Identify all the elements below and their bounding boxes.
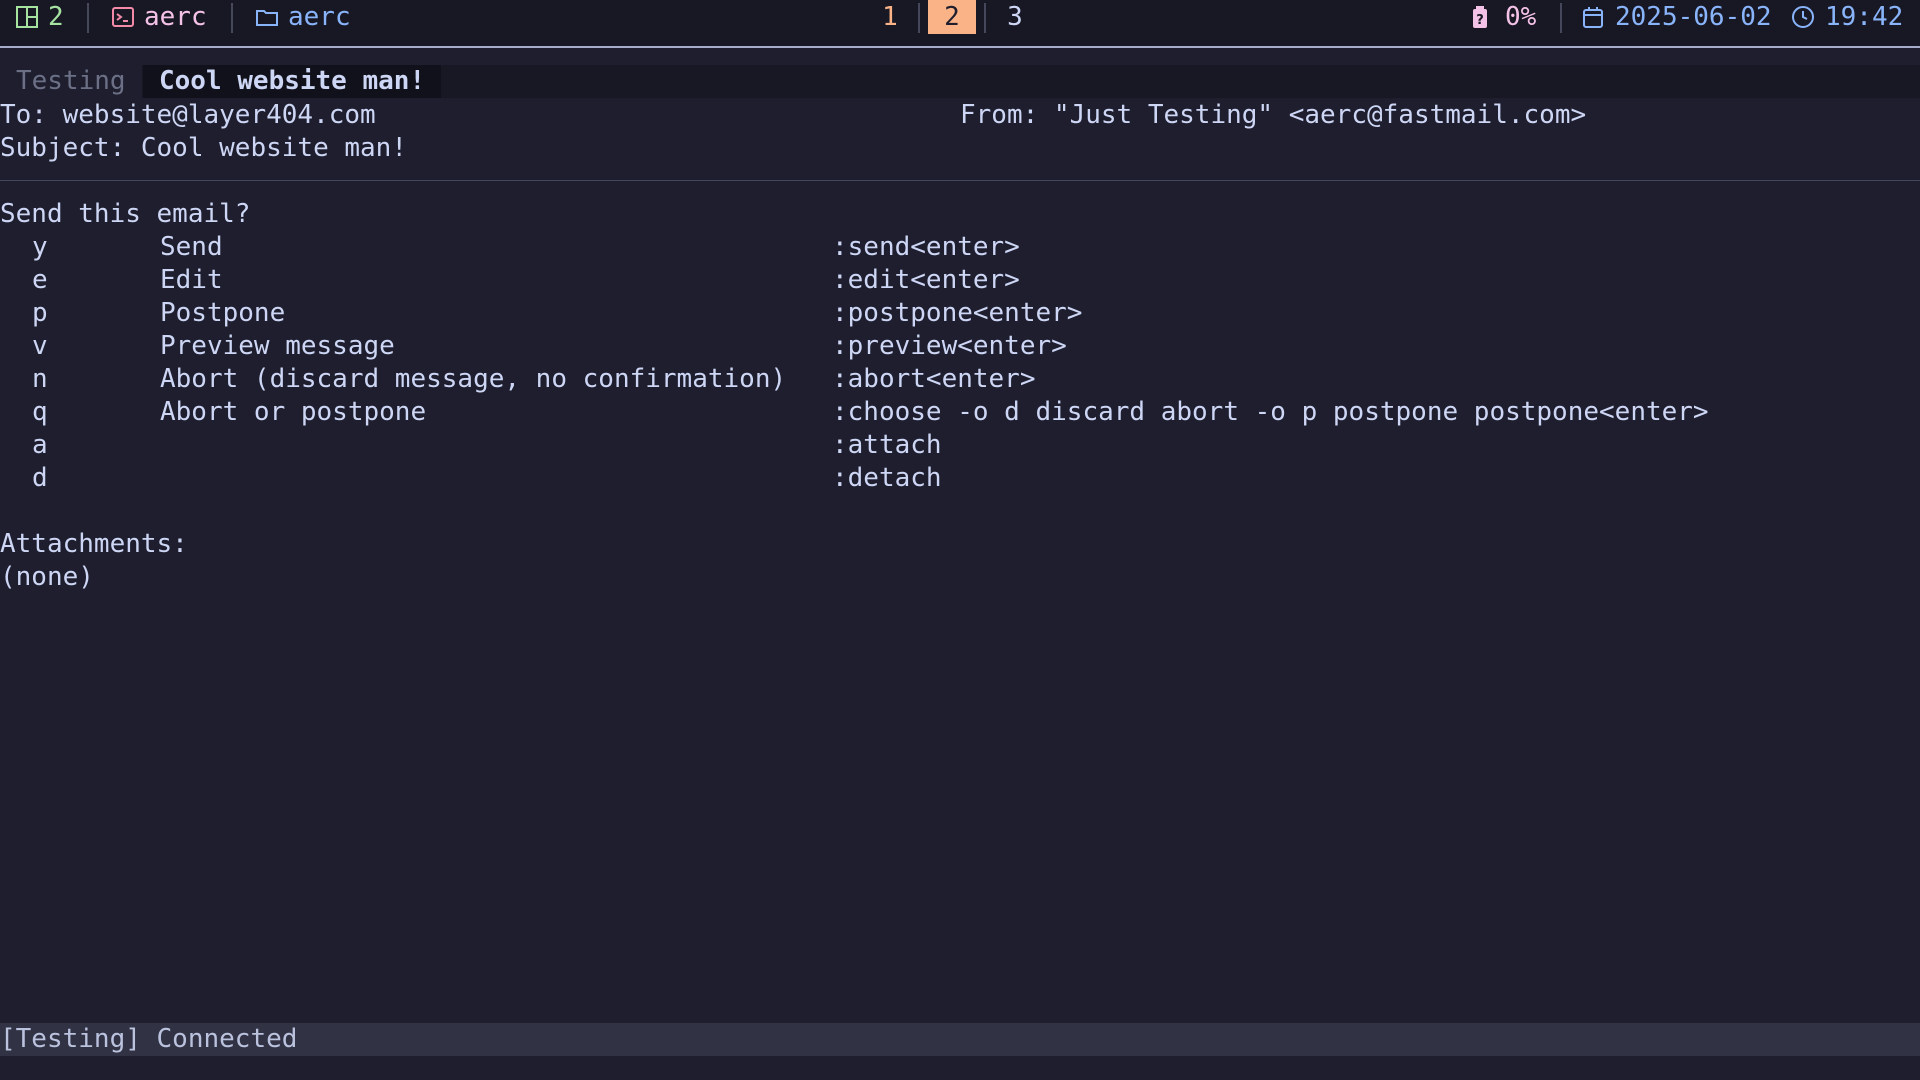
subject-header[interactable]: Subject: Cool website man! <box>0 132 407 165</box>
option-command: :choose -o d discard abort -o p postpone… <box>832 397 1709 427</box>
workspace-3[interactable]: 3 <box>1005 0 1025 34</box>
from-header[interactable]: From: "Just Testing" <aerc@fastmail.com> <box>960 99 1586 132</box>
option-description: Send <box>160 232 223 262</box>
option-key: p <box>32 298 48 328</box>
workspace-2-active[interactable]: 2 <box>928 0 976 34</box>
option-description: Abort or postpone <box>160 397 427 427</box>
folder-icon <box>255 5 279 29</box>
option-command: :detach <box>832 463 942 493</box>
calendar-icon <box>1581 5 1605 29</box>
option-command: :abort<enter> <box>832 364 1036 394</box>
clock[interactable]: 19:42 <box>1825 0 1903 34</box>
option-command: :postpone<enter> <box>832 298 1083 328</box>
window-count[interactable]: 2 <box>48 0 64 34</box>
option-key: n <box>32 364 48 394</box>
option-command: :send<enter> <box>832 232 1020 262</box>
terminal-icon <box>111 5 135 29</box>
active-window-title[interactable]: aerc <box>144 0 207 34</box>
separator <box>1560 3 1562 33</box>
option-description: Preview message <box>160 331 395 361</box>
option-key: v <box>32 331 48 361</box>
tab-bar: Testing Cool website man! <box>0 65 1920 98</box>
option-key: q <box>32 397 48 427</box>
option-description: Edit <box>160 265 223 295</box>
option-command: :preview<enter> <box>832 331 1067 361</box>
send-prompt: Send this email? <box>0 199 251 229</box>
to-header[interactable]: To: website@layer404.com <box>0 99 376 132</box>
status-bar: [Testing] Connected <box>0 1023 1920 1056</box>
window-layout-icon <box>15 5 39 29</box>
date[interactable]: 2025-06-02 <box>1615 0 1772 34</box>
battery-percent[interactable]: 0% <box>1505 0 1536 34</box>
workspace-1[interactable]: 1 <box>880 0 900 34</box>
option-description: Postpone <box>160 298 286 328</box>
header-divider <box>0 180 1920 181</box>
attachments-label: Attachments: <box>0 529 188 559</box>
option-key: a <box>32 430 48 460</box>
clock-icon <box>1791 5 1815 29</box>
attachments-list: (none) <box>0 562 94 592</box>
option-key: e <box>32 265 48 295</box>
option-command: :edit<enter> <box>832 265 1020 295</box>
separator <box>918 3 920 33</box>
option-key: y <box>32 232 48 262</box>
svg-text:?: ? <box>1476 13 1484 28</box>
tab-compose-active[interactable]: Cool website man! <box>143 65 442 98</box>
top-bar: 2 aerc aerc 1 2 3 ? 0% 2025-06-02 19:42 <box>0 0 1920 48</box>
separator <box>87 3 89 33</box>
option-key: d <box>32 463 48 493</box>
battery-icon: ? <box>1468 5 1492 29</box>
option-description: Abort (discard message, no confirmation) <box>160 364 787 394</box>
separator <box>231 3 233 33</box>
separator <box>984 3 986 33</box>
option-command: :attach <box>832 430 942 460</box>
tab-testing[interactable]: Testing <box>0 65 142 98</box>
working-directory[interactable]: aerc <box>288 0 351 34</box>
